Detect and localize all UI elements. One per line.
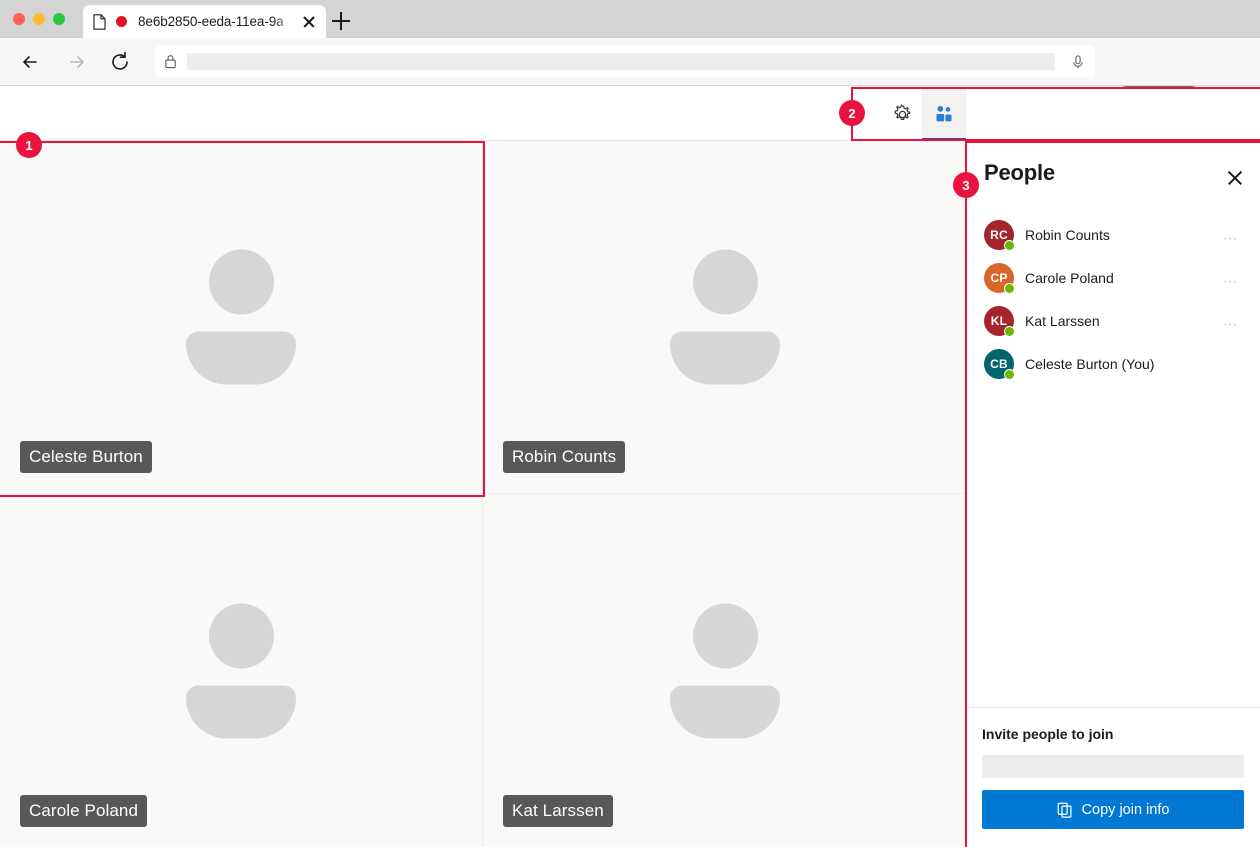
window-maximize-button[interactable] xyxy=(53,13,65,25)
video-tile[interactable]: Celeste Burton xyxy=(0,141,483,494)
annotation-badge-3: 3 xyxy=(953,172,979,198)
video-stage: Celeste Burton Robin Counts Carole Polan… xyxy=(0,141,966,847)
people-button[interactable] xyxy=(922,87,966,141)
video-tile[interactable]: Carole Poland xyxy=(0,494,483,847)
back-button[interactable] xyxy=(16,47,46,77)
person-silhouette-icon xyxy=(186,603,296,738)
video-tile[interactable]: Kat Larssen xyxy=(483,494,966,847)
person-more-options-button[interactable]: … xyxy=(1223,270,1239,285)
browser-tab[interactable]: 8e6b2850-eeda-11ea-9a xyxy=(83,5,326,38)
tile-name-badge: Carole Poland xyxy=(20,795,147,827)
browser-toolbar: Guest … xyxy=(0,38,1260,86)
tab-close-icon[interactable] xyxy=(300,13,318,31)
person-more-options-button[interactable]: … xyxy=(1223,227,1239,242)
forward-button[interactable] xyxy=(61,47,91,77)
invite-label: Invite people to join xyxy=(982,726,1244,742)
avatar-initials: CB xyxy=(990,357,1008,371)
lock-icon xyxy=(155,54,185,69)
avatar-initials: KL xyxy=(991,314,1007,328)
arrow-right-icon xyxy=(61,47,91,77)
person-silhouette-icon xyxy=(186,250,296,385)
invite-section: Invite people to join Copy join info xyxy=(966,707,1260,847)
tile-name-label: Robin Counts xyxy=(512,447,616,467)
browser-window: 8e6b2850-eeda-11ea-9a xyxy=(0,0,1260,847)
avatar: CP xyxy=(984,263,1014,293)
window-traffic-lights xyxy=(13,13,65,25)
avatar-initials: CP xyxy=(990,271,1007,285)
url-input[interactable] xyxy=(187,53,1055,70)
people-list: RC Robin Counts … CP Carole Poland … KL xyxy=(966,205,1260,707)
person-silhouette-icon xyxy=(670,603,780,738)
annotation-badge-2: 2 xyxy=(839,100,865,126)
tile-name-badge: Kat Larssen xyxy=(503,795,613,827)
person-name: Kat Larssen xyxy=(1025,313,1100,329)
annotation-badge-1: 1 xyxy=(16,132,42,158)
tile-name-label: Carole Poland xyxy=(29,801,138,821)
tile-name-label: Celeste Burton xyxy=(29,447,143,467)
people-panel-header: People xyxy=(966,141,1260,205)
person-list-item[interactable]: RC Robin Counts … xyxy=(966,213,1260,256)
avatar-initials: RC xyxy=(990,228,1008,242)
reload-icon xyxy=(105,47,135,77)
presence-available-icon xyxy=(1004,326,1015,337)
new-tab-icon[interactable] xyxy=(330,10,352,32)
settings-button[interactable] xyxy=(880,87,924,141)
person-name: Carole Poland xyxy=(1025,270,1114,286)
people-panel: People RC Robin Counts … CP Carole Polan… xyxy=(966,141,1260,847)
close-icon[interactable] xyxy=(1226,169,1244,187)
copy-icon xyxy=(1057,802,1073,818)
copy-join-info-button[interactable]: Copy join info xyxy=(982,790,1244,829)
microphone-icon[interactable] xyxy=(1061,54,1095,70)
browser-titlebar: 8e6b2850-eeda-11ea-9a xyxy=(0,0,1260,38)
page-icon xyxy=(93,14,106,30)
person-list-item[interactable]: KL Kat Larssen … xyxy=(966,299,1260,342)
gear-icon xyxy=(892,104,913,125)
tile-name-badge: Robin Counts xyxy=(503,441,625,473)
avatar: RC xyxy=(984,220,1014,250)
tile-name-badge: Celeste Burton xyxy=(20,441,152,473)
person-list-item[interactable]: CP Carole Poland … xyxy=(966,256,1260,299)
invite-input[interactable] xyxy=(982,755,1244,778)
tab-title: 8e6b2850-eeda-11ea-9a xyxy=(138,14,298,29)
arrow-left-icon xyxy=(16,47,46,77)
avatar: KL xyxy=(984,306,1014,336)
window-minimize-button[interactable] xyxy=(33,13,45,25)
meeting-toolbar: Leave xyxy=(0,87,1260,141)
tile-name-label: Kat Larssen xyxy=(512,801,604,821)
person-more-options-button[interactable]: … xyxy=(1223,313,1239,328)
people-panel-title: People xyxy=(984,160,1055,186)
person-name: Celeste Burton (You) xyxy=(1025,356,1154,372)
presence-available-icon xyxy=(1004,240,1015,251)
person-silhouette-icon xyxy=(670,250,780,385)
presence-available-icon xyxy=(1004,369,1015,380)
reload-button[interactable] xyxy=(105,47,135,77)
video-tile[interactable]: Robin Counts xyxy=(483,141,966,494)
person-list-item[interactable]: CB Celeste Burton (You) xyxy=(966,342,1260,385)
presence-available-icon xyxy=(1004,283,1015,294)
avatar: CB xyxy=(984,349,1014,379)
address-bar[interactable] xyxy=(155,46,1095,77)
copy-join-info-label: Copy join info xyxy=(1082,802,1170,818)
recording-dot-icon xyxy=(116,16,127,27)
person-name: Robin Counts xyxy=(1025,227,1110,243)
window-close-button[interactable] xyxy=(13,13,25,25)
people-icon xyxy=(933,103,955,125)
